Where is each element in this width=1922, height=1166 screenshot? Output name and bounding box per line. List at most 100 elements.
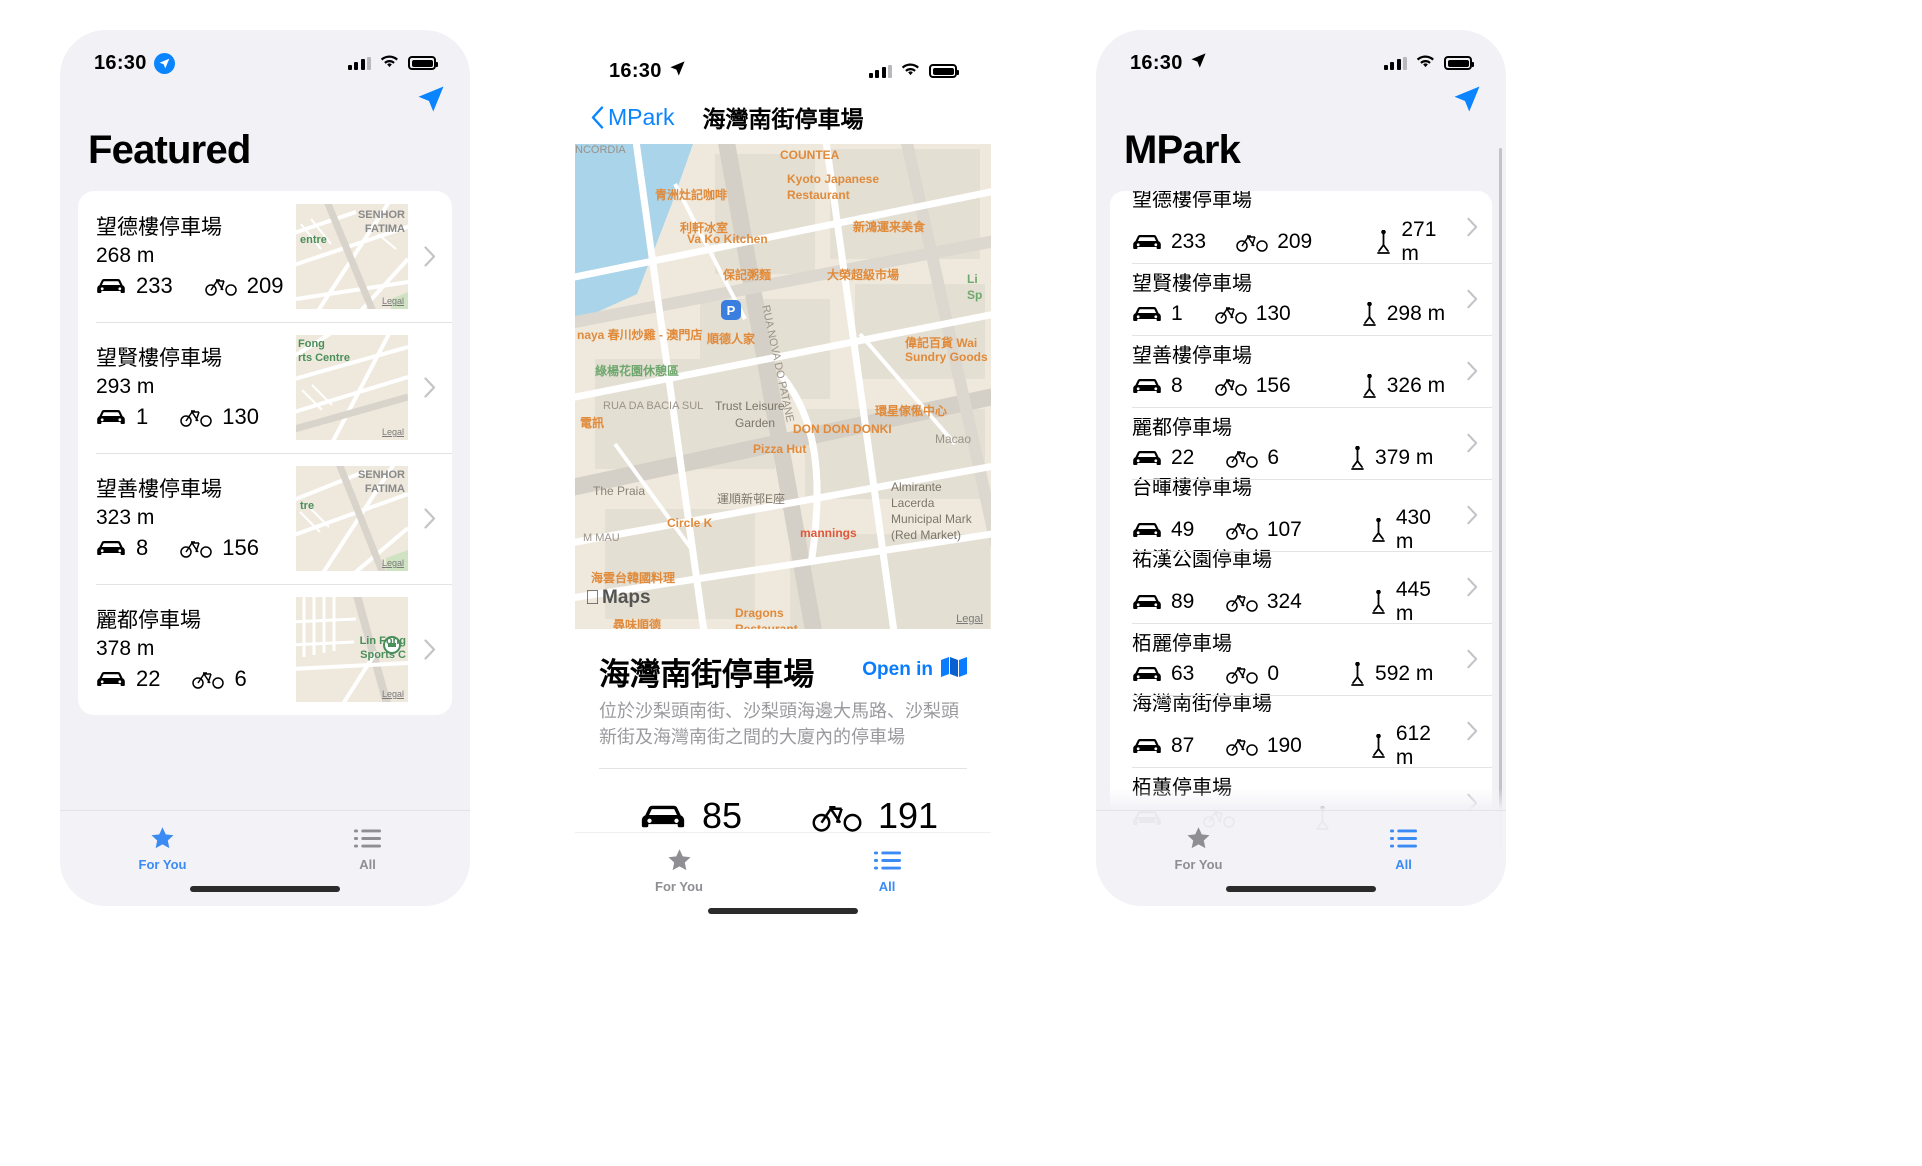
list-item-stats: 22 6	[96, 666, 296, 692]
list-item-info: 麗都停車場 22 6 379 m	[1132, 416, 1452, 471]
open-in-maps-button[interactable]: Open in	[862, 649, 967, 683]
walk-distance: 430 m	[1395, 506, 1431, 553]
map-thumbnail[interactable]: Lin Fong Sports C Legal	[296, 597, 408, 702]
list-item[interactable]: 望德樓停車場 233 209 271 m	[1110, 191, 1492, 265]
map-legal-link[interactable]: Legal	[382, 427, 404, 437]
car-icon	[96, 540, 126, 556]
tab-for-you[interactable]: For You	[60, 823, 265, 872]
back-label: MPark	[608, 103, 675, 130]
map-view[interactable]: NCÓRDIA COUNTEA Kyoto Japanese Restauran…	[575, 144, 991, 629]
scrollbar[interactable]	[1499, 148, 1502, 848]
map-label: NCÓRDIA	[575, 144, 626, 156]
bike-icon	[1226, 520, 1258, 540]
screenshot-stage: 16:30 Featured 望德樓停車場 268 m 233 209 entr…	[0, 0, 1922, 1166]
list-item-info: 祐漢公園停車場 89 324 445 m	[1132, 548, 1452, 626]
tab-all[interactable]: All	[265, 823, 470, 872]
location-arrow-icon[interactable]	[1452, 84, 1482, 119]
cellular-bars-icon	[868, 64, 892, 78]
map-label: 偉記百貨 Wai	[905, 336, 978, 350]
map-legal-link[interactable]: Legal	[382, 558, 404, 568]
list-item[interactable]: 望善樓停車場 323 m 8 156 tre SENHOR FATIMA Leg…	[78, 453, 452, 584]
list-item[interactable]: 台暉樓停車場 49 107 430 m	[1110, 477, 1492, 553]
map-legal-link[interactable]: Legal	[382, 296, 404, 306]
detail-title: 海灣南街停車場	[599, 657, 814, 692]
page-title: Featured	[88, 128, 251, 172]
tab-for-you[interactable]: For You	[575, 845, 783, 894]
car-count: 22	[136, 666, 161, 692]
car-icon	[1132, 666, 1162, 682]
map-thumbnail[interactable]: entre SENHOR FATIMA Legal	[296, 204, 408, 309]
map-label: Municipal Mark	[891, 512, 972, 526]
map-legal-link[interactable]: Legal	[382, 689, 404, 699]
tab-for-you[interactable]: For You	[1096, 823, 1301, 872]
parking-list: 望德樓停車場 233 209 271 m 望賢樓停車場 1 130 298 m …	[1110, 191, 1492, 839]
list-item-name: 海灣南街停車場	[1132, 693, 1272, 715]
map-label: tre	[300, 500, 315, 512]
location-arrow-icon	[1190, 52, 1207, 75]
car-count: 8	[136, 535, 149, 561]
map-legal-link[interactable]: Legal	[956, 613, 983, 625]
walk-distance-icon	[1370, 517, 1387, 543]
list-item[interactable]: 望賢樓停車場 1 130 298 m	[1110, 263, 1492, 335]
car-icon	[1132, 378, 1162, 394]
list-item[interactable]: 海灣南街停車場 87 190 612 m	[1110, 693, 1492, 769]
map-label: Li	[967, 272, 978, 286]
tab-all[interactable]: All	[1301, 823, 1506, 872]
list-item-stats: 22 6 379 m	[1132, 445, 1452, 471]
status-right	[1383, 52, 1474, 75]
map-label: COUNTEA	[780, 148, 840, 162]
map-thumbnail[interactable]: tre SENHOR FATIMA Legal	[296, 466, 408, 571]
list-item-name: 麗都停車場	[96, 608, 201, 632]
list-item-name: 望賢樓停車場	[96, 346, 222, 370]
walk-distance-icon	[1370, 733, 1387, 759]
phone-screen-detail: 16:30 MPark 海灣南街停車場 NCÓRDIA COUNTEA Kyot…	[575, 38, 991, 928]
status-left: 16:30	[609, 60, 686, 83]
map-label: Macao	[935, 432, 972, 446]
map-poi-labels: NCÓRDIA COUNTEA Kyoto Japanese Restauran…	[575, 144, 991, 629]
walk-distance-icon	[1370, 589, 1387, 615]
list-item-stats: 63 0 592 m	[1132, 661, 1452, 687]
list-item-name: 望德樓停車場	[1132, 191, 1252, 211]
tab-label: For You	[655, 879, 703, 894]
nav-bar	[60, 82, 470, 126]
bike-count: 191	[877, 795, 939, 837]
car-capacity: 85	[599, 795, 783, 837]
bike-count: 324	[1266, 590, 1302, 613]
map-label: Almirante	[891, 480, 942, 494]
list-item[interactable]: 望賢樓停車場 293 m 1 130 Fong rts Centre Legal	[78, 322, 452, 453]
bike-icon	[812, 801, 862, 832]
chevron-right-icon	[1452, 721, 1492, 741]
tab-all[interactable]: All	[783, 845, 991, 894]
bike-icon	[1214, 304, 1247, 324]
tab-label: For You	[1174, 857, 1223, 872]
map-label: M MAU	[583, 532, 620, 544]
list-item-distance: 293 m	[96, 374, 155, 398]
map-thumbnail[interactable]: Fong rts Centre Legal	[296, 335, 408, 440]
list-item-name: 台暉樓停車場	[1132, 477, 1252, 499]
home-indicator	[190, 886, 340, 892]
car-icon	[1132, 522, 1162, 538]
home-indicator	[1226, 886, 1376, 892]
list-item[interactable]: 祐漢公園停車場 89 324 445 m	[1110, 548, 1492, 626]
back-button[interactable]: MPark	[591, 104, 674, 131]
apple-maps-attribution:  Maps	[585, 587, 651, 609]
map-label: RUA DA BACIA SUL	[603, 400, 704, 412]
map-label: 保記粥麵	[723, 268, 772, 282]
list-item[interactable]: 望德樓停車場 268 m 233 209 entre SENHOR FATIMA…	[78, 191, 452, 322]
bike-icon	[1226, 448, 1259, 468]
map-label-district2: FATIMA	[364, 483, 405, 495]
capacity-counts: 85 191	[599, 795, 967, 837]
navigation-bar: MPark 海灣南街停車場	[575, 90, 991, 144]
chevron-right-icon	[408, 377, 452, 398]
list-item[interactable]: 栢麗停車場 63 0 592 m	[1110, 623, 1492, 695]
bike-count: 0	[1267, 662, 1280, 685]
location-arrow-icon[interactable]	[416, 84, 446, 119]
list-item[interactable]: 望善樓停車場 8 156 326 m	[1110, 335, 1492, 407]
map-label: Sundry Goods	[905, 350, 988, 364]
car-count: 1	[1171, 302, 1183, 325]
car-icon	[96, 409, 126, 425]
list-item[interactable]: 麗都停車場 378 m 22 6 Lin Fong Sports C Legal	[78, 584, 452, 715]
list-item[interactable]: 麗都停車場 22 6 379 m	[1110, 407, 1492, 479]
list-item-name: 麗都停車場	[1132, 416, 1232, 439]
divider	[599, 768, 967, 770]
